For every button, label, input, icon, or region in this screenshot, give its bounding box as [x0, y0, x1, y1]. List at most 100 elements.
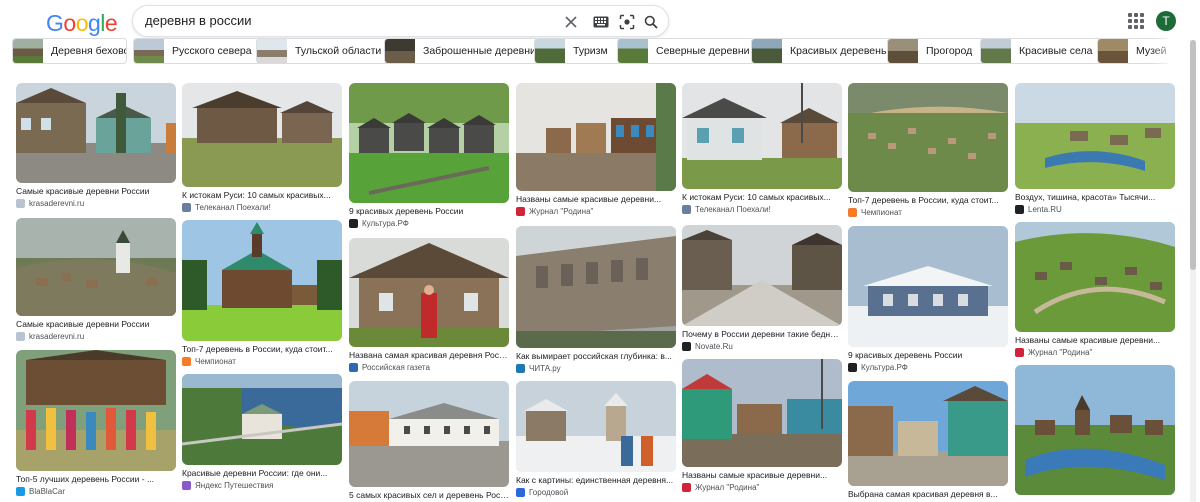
result-caption[interactable]: Воздух, тишина, красота» Тысячи...	[1015, 192, 1175, 203]
image-result[interactable]: Самые красивые деревни России krasaderev…	[16, 218, 176, 342]
result-caption[interactable]: Топ-7 деревень в России, куда стоит...	[848, 195, 1008, 206]
chip-krasivyh-dereven[interactable]: Красивых деревень	[751, 38, 893, 64]
image-result[interactable]: Топ-7 деревень в России, куда стоит... Ч…	[848, 83, 1008, 218]
result-source[interactable]: krasaderevni.ru	[16, 331, 176, 342]
chip-turizm[interactable]: Туризм	[534, 38, 626, 64]
result-source[interactable]: BlaBlaCar	[16, 486, 176, 497]
result-caption[interactable]: К истокам Руси: 10 самых красивых...	[682, 192, 842, 203]
result-caption[interactable]: Самые красивые деревни России	[16, 186, 176, 197]
image-result[interactable]	[1015, 365, 1175, 495]
result-source[interactable]: Журнал "Родина"	[516, 206, 676, 217]
result-source[interactable]: Novate.Ru	[682, 341, 842, 352]
result-caption[interactable]: Выбрана самая красивая деревня в...	[848, 489, 1008, 500]
image-result[interactable]: 9 красивых деревень России Культура.РФ	[848, 226, 1008, 373]
image-result[interactable]: Названа самая красивая деревня России Ро…	[349, 238, 509, 373]
image-result[interactable]: Топ-5 лучших деревень России - ... BlaBl…	[16, 350, 176, 497]
result-image[interactable]	[182, 83, 342, 187]
result-image[interactable]	[682, 225, 842, 326]
chip-russkogo-severa[interactable]: Русского севера	[133, 38, 265, 64]
result-caption[interactable]: Топ-5 лучших деревень России - ...	[16, 474, 176, 485]
result-source[interactable]: Городовой	[516, 487, 676, 498]
result-image[interactable]	[16, 350, 176, 471]
chip-label: Красивых деревень	[790, 45, 887, 57]
result-image[interactable]	[516, 83, 676, 191]
result-image[interactable]	[848, 381, 1008, 486]
result-image[interactable]	[516, 381, 676, 472]
image-result[interactable]: Самые красивые деревни России krasaderev…	[16, 83, 176, 209]
result-source[interactable]: ЧИТА.ру	[516, 363, 676, 374]
result-caption[interactable]: Названы самые красивые деревни...	[1015, 335, 1175, 346]
chip-derevnya-behovo[interactable]: Деревня бехово	[12, 38, 127, 64]
image-result[interactable]: Воздух, тишина, красота» Тысячи... Lenta…	[1015, 83, 1175, 215]
result-source[interactable]: Телеканал Поехали!	[682, 204, 842, 215]
result-image[interactable]	[682, 359, 842, 467]
avatar[interactable]: T	[1156, 11, 1176, 31]
result-image[interactable]	[516, 226, 676, 348]
image-result[interactable]: Почему в России деревни такие бедные ...…	[682, 225, 842, 352]
image-result[interactable]: Как с картины: единственная деревня... Г…	[516, 381, 676, 498]
result-source[interactable]: Журнал "Родина"	[682, 482, 842, 493]
result-caption[interactable]: Красивые деревни России: где они...	[182, 468, 342, 479]
image-result[interactable]: Названы самые красивые деревни... Журнал…	[1015, 222, 1175, 358]
result-image[interactable]	[349, 238, 509, 347]
result-image[interactable]	[1015, 83, 1175, 189]
result-image[interactable]	[182, 374, 342, 465]
clear-icon[interactable]	[561, 12, 581, 32]
result-image[interactable]	[182, 220, 342, 341]
scrollbar[interactable]	[1190, 40, 1196, 502]
result-caption[interactable]: Названы самые красивые деревни...	[682, 470, 842, 481]
result-caption[interactable]: Топ-7 деревень в России, куда стоит...	[182, 344, 342, 355]
image-result[interactable]: Красивые деревни России: где они... Янде…	[182, 374, 342, 491]
result-caption[interactable]: К истокам Руси: 10 самых красивых...	[182, 190, 342, 201]
image-result[interactable]: Названы самые красивые деревни... Журнал…	[682, 359, 842, 493]
chip-progorod[interactable]: Прогород	[887, 38, 987, 64]
result-caption[interactable]: Названа самая красивая деревня России	[349, 350, 509, 361]
result-caption[interactable]: 9 красивых деревень России	[848, 350, 1008, 361]
result-image[interactable]	[848, 83, 1008, 192]
image-result[interactable]: Топ-7 деревень в России, куда стоит... Ч…	[182, 220, 342, 367]
result-image[interactable]	[848, 226, 1008, 347]
result-source[interactable]: Яндекс Путешествия	[182, 480, 342, 491]
result-caption[interactable]: Названы самые красивые деревни...	[516, 194, 676, 205]
result-image[interactable]	[682, 83, 842, 189]
result-image[interactable]	[1015, 365, 1175, 495]
result-source[interactable]: Телеканал Поехали!	[182, 202, 342, 213]
result-source[interactable]: Культура.РФ	[848, 362, 1008, 373]
search-input[interactable]	[145, 13, 545, 28]
image-result[interactable]: 9 красивых деревень России Культура.РФ	[349, 83, 509, 229]
image-result[interactable]: К истокам Руси: 10 самых красивых... Тел…	[682, 83, 842, 215]
result-source[interactable]: Культура.РФ	[349, 218, 509, 229]
result-caption[interactable]: 9 красивых деревень России	[349, 206, 509, 217]
result-image[interactable]	[16, 83, 176, 183]
image-result[interactable]: Как вымирает российская глубинка: в... Ч…	[516, 226, 676, 374]
chip-severnye-derevni[interactable]: Северные деревни	[617, 38, 755, 64]
google-logo[interactable]: Google	[46, 10, 118, 37]
image-result[interactable]: К истокам Руси: 10 самых красивых... Тел…	[182, 83, 342, 213]
apps-grid-icon[interactable]	[1126, 11, 1146, 31]
result-caption[interactable]: 5 самых красивых сел и деревень России	[349, 490, 509, 501]
result-source[interactable]: Чемпионат	[848, 207, 1008, 218]
result-caption[interactable]: Как вымирает российская глубинка: в...	[516, 351, 676, 362]
image-result[interactable]: Названы самые красивые деревни... Журнал…	[516, 83, 676, 217]
image-result[interactable]: Выбрана самая красивая деревня в...	[848, 381, 1008, 500]
result-source[interactable]: Lenta.RU	[1015, 204, 1175, 215]
result-image[interactable]	[349, 381, 509, 487]
result-image[interactable]	[349, 83, 509, 203]
chip-tulskoy-oblasti[interactable]: Тульской области	[256, 38, 389, 64]
search-icon[interactable]	[641, 12, 661, 32]
result-caption[interactable]: Как с картины: единственная деревня...	[516, 475, 676, 486]
result-caption[interactable]: Самые красивые деревни России	[16, 319, 176, 330]
result-image[interactable]	[16, 218, 176, 316]
result-source[interactable]: Чемпионат	[182, 356, 342, 367]
result-source[interactable]: krasaderevni.ru	[16, 198, 176, 209]
result-image[interactable]	[1015, 222, 1175, 332]
lens-icon[interactable]	[617, 12, 637, 32]
result-caption[interactable]: Почему в России деревни такие бедные ...	[682, 329, 842, 340]
image-result[interactable]: 5 самых красивых сел и деревень России	[349, 381, 509, 501]
scrollbar-thumb[interactable]	[1190, 40, 1196, 270]
result-source[interactable]: Российская газета	[349, 362, 509, 373]
chip-krasivye-sela[interactable]: Красивые села	[980, 38, 1104, 64]
result-source[interactable]: Журнал "Родина"	[1015, 347, 1175, 358]
keyboard-icon[interactable]	[591, 12, 611, 32]
chip-zabroshennye-derevni[interactable]: Заброшенные деревни	[384, 38, 539, 64]
